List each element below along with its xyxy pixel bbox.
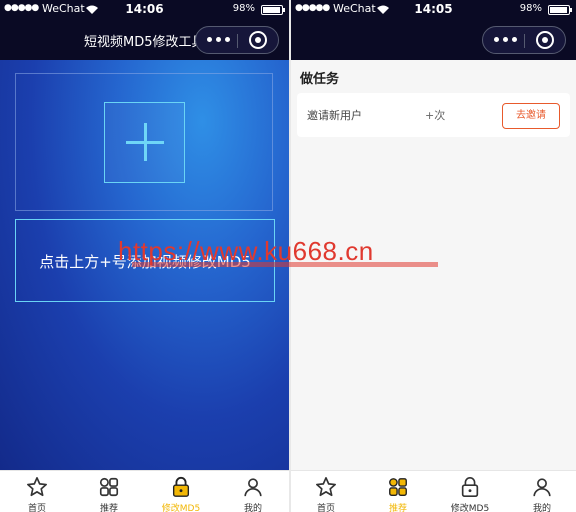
section-title: 做任务 [300,72,340,87]
tab-mine[interactable]: 我的 [223,474,283,512]
battery-percent: 98% [232,3,255,14]
task-count: +次 [425,109,446,122]
upload-frame [15,73,273,211]
tab-bar: 首页 推荐 修改MD5 我的 [0,470,289,512]
tab-home-label: 首页 [27,504,46,512]
tab-home[interactable]: 首页 [7,474,67,512]
battery-icon [548,5,572,15]
tab-recommend-label: 推荐 [388,504,407,512]
grid-icon [99,477,119,497]
more-icon[interactable] [494,34,520,46]
lock-icon [461,477,479,497]
tab-modify-md5[interactable]: 修改MD5 [151,474,211,512]
status-bar: ●●●●● WeChat 14:06 98% [0,0,289,20]
tab-bar: 首页 推荐 修改MD5 我的 [291,470,576,512]
task-name: 邀请新用户 [307,109,362,122]
tab-mine[interactable]: 我的 [512,474,572,512]
mini-program-capsule [482,26,566,54]
grid-icon [389,478,407,496]
user-icon [533,478,551,497]
tab-recommend[interactable]: 推荐 [79,474,139,512]
add-video-button[interactable] [104,102,185,183]
lock-icon [172,476,190,497]
tab-mine-label: 我的 [243,504,262,512]
nav-bar [291,20,576,60]
tab-home[interactable]: 首页 [296,474,356,512]
close-program-icon[interactable] [249,31,267,49]
user-icon [244,478,262,497]
capsule-divider [237,34,238,48]
task-card: 邀请新用户 +次 去邀请 [297,93,570,137]
star-icon [27,477,47,497]
tab-modify-md5[interactable]: 修改MD5 [440,474,500,512]
capsule-divider [524,34,525,48]
tab-recommend-label: 推荐 [99,504,118,512]
page-title: 短视频MD5修改工具 [84,35,205,50]
nav-bar: 短视频MD5修改工具 [0,20,289,60]
status-bar: ●●●●● WeChat 14:05 98% [291,0,576,20]
tab-home-label: 首页 [316,504,335,512]
watermark-underline [132,262,438,267]
close-program-icon[interactable] [536,31,554,49]
tab-modify-md5-label: 修改MD5 [450,504,490,512]
battery-percent: 98% [519,3,542,14]
more-icon[interactable] [207,34,233,46]
tab-modify-md5-label: 修改MD5 [161,504,201,512]
mini-program-capsule [195,26,279,54]
invite-button[interactable]: 去邀请 [502,103,560,129]
battery-icon [261,5,285,15]
star-icon [316,477,336,497]
tab-recommend[interactable]: 推荐 [368,474,428,512]
tab-mine-label: 我的 [532,504,551,512]
